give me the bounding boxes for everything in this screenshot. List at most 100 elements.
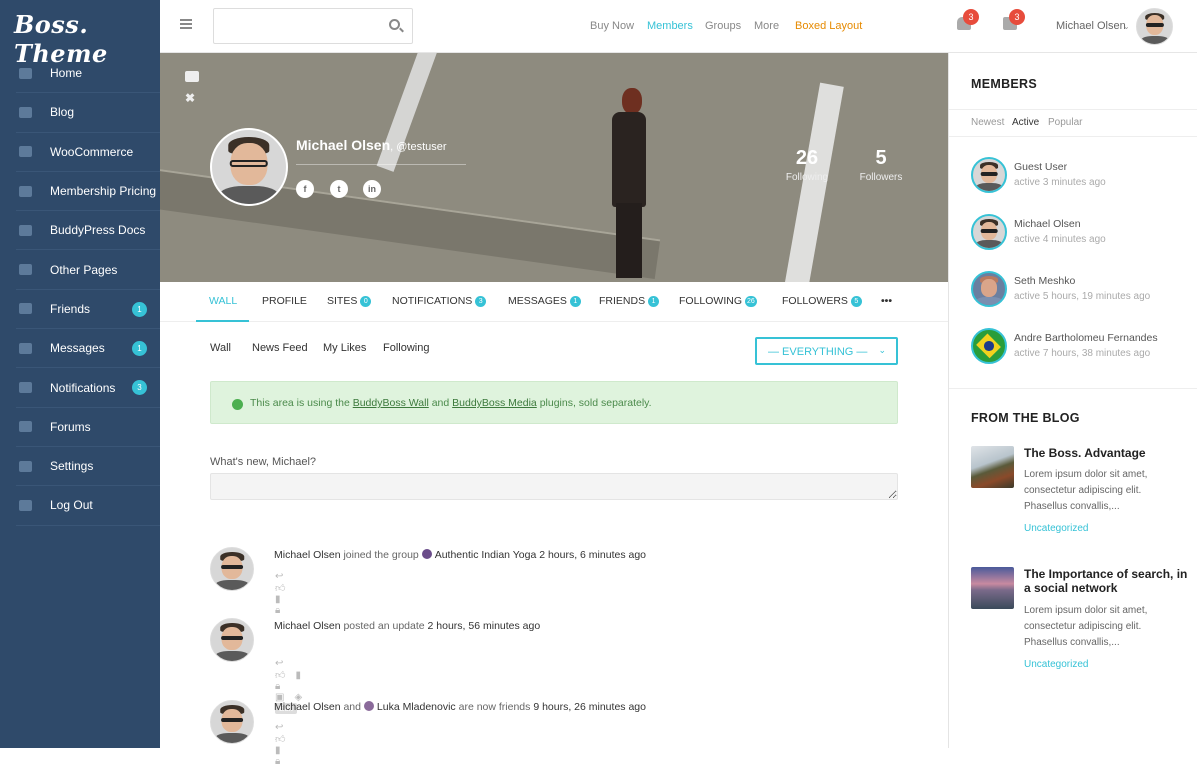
- twitter-icon[interactable]: t: [330, 180, 348, 198]
- blog-post-title[interactable]: The Importance of search, in a social ne…: [1024, 567, 1189, 595]
- lock-icon[interactable]: 🔒︎: [275, 681, 290, 692]
- camera-icon[interactable]: [185, 71, 199, 82]
- tab-label: FRIENDS: [599, 295, 646, 307]
- profile-handle: , @testuser: [390, 141, 447, 153]
- like-icon[interactable]: 👍︎: [275, 583, 295, 594]
- nav-groups[interactable]: Groups: [705, 20, 741, 32]
- chevron-down-icon[interactable]: ⌄: [1123, 22, 1130, 31]
- linkedin-icon[interactable]: in: [363, 180, 381, 198]
- tab-wall[interactable]: WALL: [209, 295, 237, 307]
- delete-icon[interactable]: ▮: [275, 594, 291, 605]
- sidebar-item-buddypress-docs[interactable]: BuddyPress Docs: [16, 211, 160, 251]
- followers-count[interactable]: 5: [851, 147, 911, 170]
- sidebar-item-membership-pricing[interactable]: Membership Pricing: [16, 172, 160, 212]
- user-avatar[interactable]: [1136, 8, 1173, 45]
- member-avatar[interactable]: [971, 328, 1007, 364]
- member-name[interactable]: Andre Bartholomeu Fernandes: [1014, 332, 1158, 344]
- sidebar-item-messages[interactable]: Messages 1: [16, 329, 160, 369]
- hamburger-menu-icon[interactable]: [180, 19, 192, 29]
- followers-label[interactable]: Followers: [851, 172, 911, 183]
- subtab-following[interactable]: Following: [383, 342, 429, 354]
- members-filter-newest[interactable]: Newest: [971, 117, 1004, 128]
- tab-sites[interactable]: SITES 0: [327, 295, 372, 307]
- sidebar-item-woocommerce[interactable]: WooCommerce: [16, 133, 160, 172]
- activity-time[interactable]: 2 hours, 6 minutes ago: [536, 549, 646, 561]
- reply-icon[interactable]: ↩: [275, 722, 293, 733]
- delete-icon[interactable]: ▮: [275, 745, 291, 756]
- reply-icon[interactable]: ↩: [275, 571, 293, 582]
- forums-icon: [19, 421, 32, 433]
- sidebar-item-blog[interactable]: Blog: [16, 93, 160, 133]
- members-filter-active[interactable]: Active: [1012, 117, 1039, 128]
- sidebar-item-settings[interactable]: Settings: [16, 447, 160, 487]
- close-icon[interactable]: ✖: [185, 91, 195, 105]
- sidebar-item-label: Log Out: [50, 498, 93, 513]
- delete-icon[interactable]: ▮: [295, 670, 311, 681]
- search-input[interactable]: [213, 8, 413, 44]
- tab-profile[interactable]: PROFILE: [262, 295, 307, 307]
- member-name[interactable]: Guest User: [1014, 161, 1067, 173]
- lock-icon[interactable]: 🔒︎: [275, 605, 290, 616]
- nav-boxed-layout[interactable]: Boxed Layout: [795, 20, 862, 32]
- buddyboss-media-link[interactable]: BuddyBoss Media: [452, 397, 537, 409]
- activity-target-link[interactable]: Authentic Indian Yoga: [435, 549, 537, 561]
- member-avatar[interactable]: [971, 157, 1007, 193]
- nav-more[interactable]: More: [754, 20, 779, 32]
- nav-buy-now[interactable]: Buy Now: [590, 20, 634, 32]
- credit-card-icon: [19, 185, 32, 197]
- sidebar-item-forums[interactable]: Forums: [16, 408, 160, 447]
- following-count[interactable]: 26: [777, 147, 837, 170]
- member-name[interactable]: Michael Olsen: [1014, 218, 1081, 230]
- more-options-icon[interactable]: •••: [881, 295, 892, 307]
- member-name[interactable]: Seth Meshko: [1014, 275, 1075, 287]
- sidebar-item-friends[interactable]: Friends 1: [16, 290, 160, 330]
- facebook-icon[interactable]: f: [296, 180, 314, 198]
- buddyboss-wall-link[interactable]: BuddyBoss Wall: [353, 397, 429, 409]
- sidebar-item-home[interactable]: Home: [16, 54, 160, 94]
- member-avatar[interactable]: [971, 214, 1007, 250]
- activity-avatar[interactable]: [210, 547, 254, 591]
- activity-user-link[interactable]: Michael Olsen: [274, 620, 341, 632]
- user-menu-name[interactable]: Michael Olsen: [1056, 20, 1126, 32]
- nav-members[interactable]: Members: [647, 20, 693, 32]
- activity-user-link[interactable]: Michael Olsen: [274, 701, 341, 713]
- blog-post-thumbnail[interactable]: [971, 446, 1014, 488]
- tab-count-badge: 0: [360, 296, 372, 307]
- sidebar-item-log-out[interactable]: Log Out: [16, 486, 160, 526]
- activity-time[interactable]: 2 hours, 56 minutes ago: [428, 620, 541, 632]
- whats-new-textarea[interactable]: [210, 473, 898, 500]
- reply-icon[interactable]: ↩: [275, 658, 293, 669]
- members-filter-popular[interactable]: Popular: [1048, 117, 1082, 128]
- activity-user-link[interactable]: Michael Olsen: [274, 549, 341, 561]
- tab-friends[interactable]: FRIENDS 1: [599, 295, 660, 307]
- blog-post-title[interactable]: The Boss. Advantage: [1024, 446, 1189, 460]
- activity-avatar[interactable]: [210, 618, 254, 662]
- blog-post-thumbnail[interactable]: [971, 567, 1014, 609]
- following-label[interactable]: Following: [777, 172, 837, 183]
- like-icon[interactable]: 👍︎: [275, 670, 295, 681]
- sidebar-item-other-pages[interactable]: Other Pages: [16, 250, 160, 290]
- active-tab-indicator: [196, 320, 249, 322]
- subtab-wall[interactable]: Wall: [210, 342, 231, 354]
- tab-followers[interactable]: FOLLOWERS 5: [782, 295, 862, 307]
- lock-icon[interactable]: 🔒︎: [275, 756, 290, 767]
- blog-post-category[interactable]: Uncategorized: [1024, 659, 1088, 670]
- logout-icon: [19, 499, 32, 511]
- tab-notifications[interactable]: NOTIFICATIONS 3: [392, 295, 487, 307]
- member-avatar[interactable]: [971, 271, 1007, 307]
- activity-target-link[interactable]: Luka Mladenovic: [377, 701, 456, 713]
- sidebar-item-notifications[interactable]: Notifications 3: [16, 368, 160, 408]
- notifications-count-badge: 3: [963, 9, 979, 25]
- activity-filter-select[interactable]: — EVERYTHING — ⌄: [755, 337, 898, 365]
- subtab-news-feed[interactable]: News Feed: [252, 342, 308, 354]
- sidebar-item-label: WooCommerce: [50, 144, 134, 159]
- subtab-my-likes[interactable]: My Likes: [323, 342, 366, 354]
- tab-messages[interactable]: MESSAGES 1: [508, 295, 581, 307]
- like-icon[interactable]: 👍︎: [275, 734, 295, 745]
- search-icon[interactable]: [389, 19, 400, 30]
- activity-avatar[interactable]: [210, 700, 254, 744]
- tab-following[interactable]: FOLLOWING 26: [679, 295, 757, 307]
- profile-avatar[interactable]: [210, 128, 288, 206]
- blog-post-category[interactable]: Uncategorized: [1024, 523, 1088, 534]
- activity-time[interactable]: 9 hours, 26 minutes ago: [533, 701, 646, 713]
